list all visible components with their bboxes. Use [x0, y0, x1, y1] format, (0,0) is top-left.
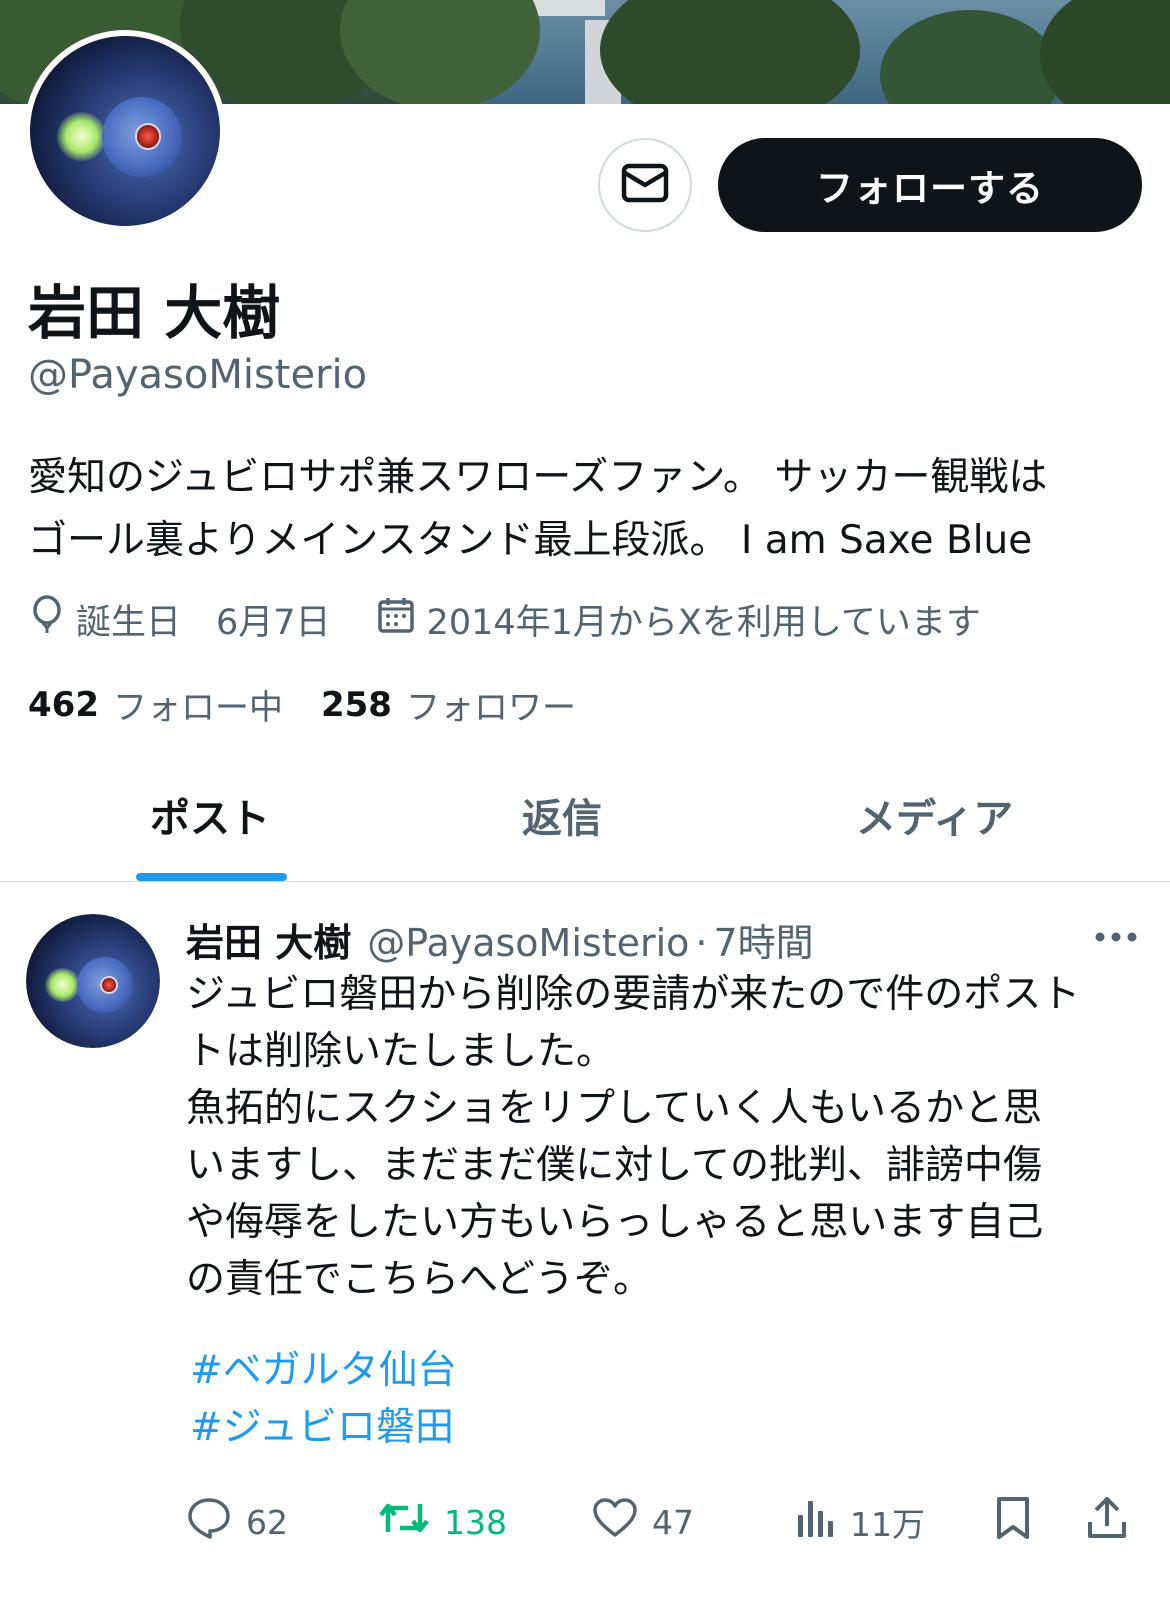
share-button[interactable] [1086, 1494, 1142, 1550]
views-button[interactable]: 11万 [794, 1494, 925, 1550]
birthday-info: 誕生日 6月7日 [30, 594, 331, 645]
followers-count: 258 [320, 684, 392, 725]
profile-handle: @PayasoMisterio [28, 352, 368, 398]
post-header: 岩田 大樹 @PayasoMisterio · 7時間 [186, 912, 814, 967]
post-separator: · [695, 921, 708, 965]
post-text-line: いますし、まだまだ僕に対しての批判、誹謗中傷 [186, 1143, 1043, 1188]
heart-icon [592, 1497, 652, 1547]
following-count: 462 [28, 684, 99, 725]
balloon-icon [30, 594, 76, 644]
post-text-line: や侮辱をしたい方もいらっしゃると思います自己 [186, 1200, 1044, 1245]
like-button[interactable]: 47 [592, 1494, 694, 1550]
hashtag-link[interactable]: #ジュビロ磐田 [190, 1399, 457, 1456]
ellipsis-icon [1094, 928, 1138, 947]
post-text-line: の責任でこちらへどうぞ。 [186, 1257, 653, 1302]
joined-info: 2014年1月からXを利用しています [377, 594, 981, 645]
tab-media[interactable]: メディア [856, 786, 1013, 844]
following-link[interactable]: 462 フォロー中 [28, 680, 283, 729]
post-time[interactable]: 7時間 [714, 912, 814, 967]
joined-text: 2014年1月からXを利用しています [426, 602, 981, 643]
bar-chart-icon [794, 1497, 850, 1547]
post-actions: 62 138 47 11万 [186, 1494, 1146, 1550]
post-author-avatar[interactable] [26, 914, 160, 1048]
avatar-image [30, 36, 220, 226]
post-text-line: 魚拓的にスクショをリプしていく人もいるかと思 [186, 1086, 1043, 1131]
follow-button[interactable]: フォローする [718, 138, 1142, 232]
post-text: ジュビロ磐田から削除の要請が来たので件のポスト トは削除いたしました。 魚拓的に… [186, 966, 1126, 1308]
repost-count: 138 [444, 1502, 507, 1542]
following-label: フォロー中 [112, 688, 283, 728]
share-icon [1086, 1496, 1142, 1548]
post-item[interactable]: 岩田 大樹 @PayasoMisterio · 7時間 ジュビロ磐田から削除の要… [0, 882, 1170, 1603]
reply-count: 62 [246, 1502, 288, 1542]
post-text-line: トは削除いたしました。 [186, 1029, 616, 1074]
followers-label: フォロワー [405, 688, 576, 728]
profile-bio: 愛知のジュビロサポ兼スワローズファン。 サッカー観戦は ゴール裏よりメインスタン… [28, 446, 1148, 572]
profile-tabs: ポスト 返信 メディア [0, 760, 1170, 882]
more-options-button[interactable] [1094, 928, 1138, 947]
bio-line: 愛知のジュビロサポ兼スワローズファン。 サッカー観戦は [28, 455, 1048, 500]
post-author-name[interactable]: 岩田 大樹 [186, 912, 351, 967]
avatar-image [26, 914, 160, 1048]
calendar-icon [377, 596, 427, 643]
reply-icon [186, 1496, 246, 1548]
hashtag-link[interactable]: #ベガルタ仙台 [190, 1342, 457, 1399]
reply-button[interactable]: 62 [186, 1494, 288, 1550]
birthday-text: 誕生日 6月7日 [76, 602, 331, 643]
envelope-icon [621, 163, 669, 207]
active-tab-indicator [136, 873, 287, 881]
like-count: 47 [652, 1502, 694, 1542]
bio-line: ゴール裏よりメインスタンド最上段派。 I am Saxe Blue [28, 518, 1033, 563]
profile-display-name: 岩田 大樹 [28, 279, 281, 347]
bookmark-icon [994, 1495, 1046, 1549]
repost-icon [378, 1498, 444, 1546]
views-count: 11万 [850, 1505, 925, 1544]
post-text-line: ジュビロ磐田から削除の要請が来たので件のポスト [186, 972, 1081, 1017]
post-author-handle[interactable]: @PayasoMisterio [367, 921, 689, 965]
profile-meta: 誕生日 6月7日 2014年1月からXを利用しています [30, 594, 1027, 644]
profile-avatar[interactable] [24, 30, 226, 232]
repost-button[interactable]: 138 [378, 1494, 507, 1550]
bookmark-button[interactable] [994, 1494, 1046, 1550]
message-button[interactable] [598, 138, 692, 232]
tab-replies[interactable]: 返信 [522, 786, 602, 844]
post-hashtags: #ベガルタ仙台 #ジュビロ磐田 [190, 1342, 457, 1456]
profile-stats: 462 フォロー中 258 フォロワー [28, 680, 614, 729]
followers-link[interactable]: 258 フォロワー [321, 680, 576, 729]
tab-posts[interactable]: ポスト [150, 786, 270, 844]
